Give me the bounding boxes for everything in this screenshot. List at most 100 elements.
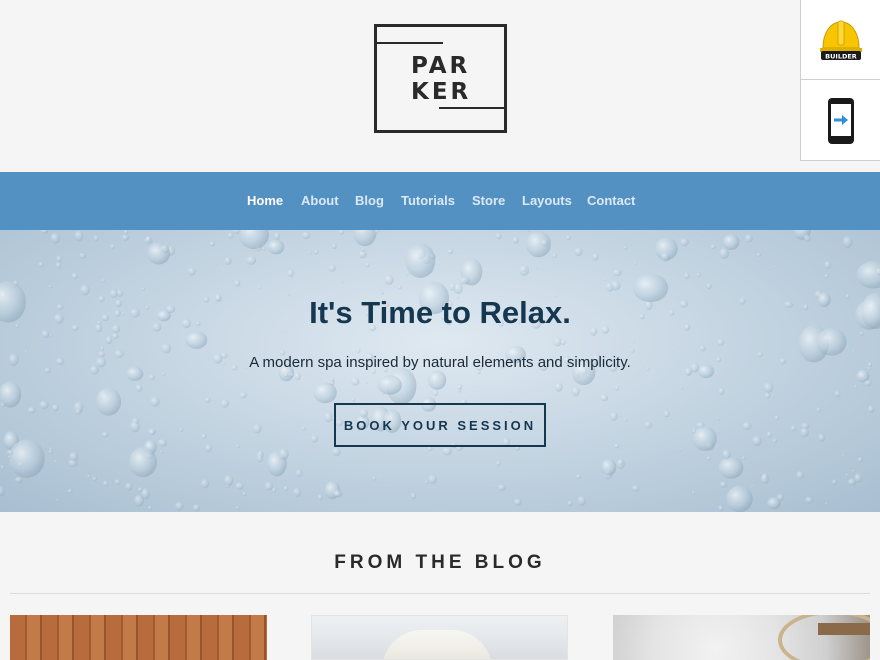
water-drop bbox=[101, 431, 109, 438]
water-drop bbox=[612, 269, 622, 277]
water-drop bbox=[554, 382, 563, 392]
nav-store[interactable]: Store bbox=[472, 193, 505, 208]
water-drop bbox=[67, 489, 73, 494]
water-drop bbox=[283, 486, 289, 491]
water-drop bbox=[630, 348, 635, 353]
water-drop bbox=[162, 372, 166, 376]
water-drop bbox=[361, 247, 365, 252]
water-drop bbox=[41, 330, 50, 339]
water-drop bbox=[103, 480, 109, 487]
water-drop bbox=[142, 287, 145, 291]
water-drop bbox=[576, 474, 582, 479]
water-drop bbox=[496, 460, 501, 466]
water-drop bbox=[686, 371, 691, 376]
water-drop bbox=[224, 256, 232, 265]
water-drop bbox=[459, 276, 470, 285]
water-drops-background bbox=[0, 230, 880, 512]
water-drop bbox=[49, 334, 53, 337]
site-logo[interactable]: PAR KER bbox=[374, 24, 507, 133]
logo-line-2: KER bbox=[411, 79, 472, 105]
water-drop bbox=[632, 340, 635, 343]
water-drop bbox=[495, 232, 502, 240]
water-drop bbox=[238, 230, 269, 250]
water-drop bbox=[796, 471, 805, 480]
water-drop bbox=[534, 267, 538, 270]
nav-tutorials[interactable]: Tutorials bbox=[401, 193, 455, 208]
water-drop bbox=[816, 327, 847, 356]
water-drop bbox=[710, 244, 716, 250]
water-drop bbox=[818, 433, 825, 442]
water-drop bbox=[644, 421, 653, 429]
water-drop bbox=[8, 439, 45, 478]
water-drop bbox=[0, 465, 5, 470]
water-drop bbox=[54, 460, 58, 463]
water-drop bbox=[618, 459, 624, 465]
water-drop bbox=[774, 265, 777, 268]
water-drop bbox=[332, 447, 341, 457]
nav-contact[interactable]: Contact bbox=[587, 193, 635, 208]
water-drop bbox=[720, 481, 727, 488]
nav-blog[interactable]: Blog bbox=[355, 193, 384, 208]
water-drop bbox=[695, 235, 698, 238]
water-drop bbox=[193, 504, 201, 512]
water-drop bbox=[760, 474, 769, 484]
water-drop bbox=[610, 411, 618, 421]
water-drop bbox=[442, 446, 453, 456]
book-session-button[interactable]: BOOK YOUR SESSION bbox=[334, 403, 546, 447]
water-drop bbox=[308, 251, 312, 255]
hero-subtitle: A modern spa inspired by natural element… bbox=[249, 354, 631, 371]
blog-card-image[interactable] bbox=[10, 615, 267, 660]
water-drop bbox=[679, 448, 682, 451]
water-drop bbox=[287, 269, 294, 278]
water-drop bbox=[105, 336, 113, 344]
nav-home[interactable]: Home bbox=[247, 193, 283, 208]
water-drop bbox=[148, 374, 155, 380]
water-drop bbox=[553, 337, 562, 347]
page-builder-button[interactable]: BUILDER bbox=[801, 0, 880, 80]
water-drop bbox=[302, 426, 306, 431]
water-drop bbox=[236, 444, 240, 449]
water-drop bbox=[114, 479, 121, 485]
water-drop bbox=[150, 396, 160, 407]
water-drop bbox=[223, 474, 234, 486]
water-drop bbox=[854, 385, 858, 388]
water-drop bbox=[693, 426, 717, 451]
water-drop bbox=[341, 280, 344, 284]
blog-card-image[interactable] bbox=[613, 615, 870, 660]
water-drop bbox=[227, 232, 234, 239]
blog-card-image[interactable] bbox=[311, 615, 568, 660]
water-drop bbox=[79, 252, 87, 259]
water-drop bbox=[110, 244, 116, 249]
water-drop bbox=[323, 411, 333, 423]
water-drop bbox=[751, 485, 754, 488]
water-drop bbox=[294, 372, 301, 381]
water-drop bbox=[175, 501, 184, 511]
water-drop bbox=[679, 386, 683, 389]
water-drop bbox=[256, 454, 264, 463]
water-drop bbox=[405, 243, 436, 278]
water-drop bbox=[752, 435, 762, 447]
water-drop bbox=[841, 454, 845, 458]
card-image-detail bbox=[382, 630, 492, 659]
water-drop bbox=[187, 267, 196, 276]
water-drop bbox=[92, 476, 97, 481]
water-drop bbox=[135, 384, 143, 392]
water-drop bbox=[0, 381, 22, 408]
water-drop bbox=[522, 267, 527, 272]
water-drop bbox=[235, 482, 244, 490]
water-drop bbox=[161, 343, 172, 354]
water-drop bbox=[601, 459, 617, 476]
nav-about[interactable]: About bbox=[301, 193, 339, 208]
water-drop bbox=[433, 389, 439, 397]
water-drop bbox=[867, 405, 875, 413]
nav-layouts[interactable]: Layouts bbox=[522, 193, 572, 208]
water-drop bbox=[331, 243, 337, 250]
water-drop bbox=[718, 387, 725, 395]
water-drop bbox=[258, 286, 262, 290]
water-drop bbox=[497, 484, 506, 491]
water-drop bbox=[660, 252, 671, 262]
mobile-preview-button[interactable] bbox=[801, 81, 880, 161]
water-drop bbox=[146, 235, 152, 242]
water-drop bbox=[428, 370, 447, 390]
water-drop bbox=[856, 261, 880, 289]
